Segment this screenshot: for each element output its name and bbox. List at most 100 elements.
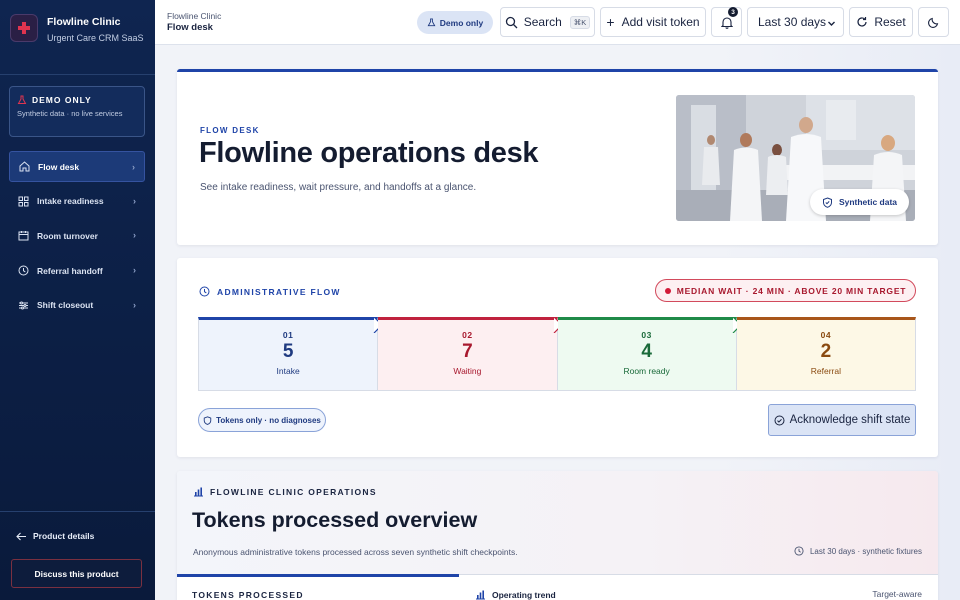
shield-check-icon	[822, 196, 832, 208]
stage-number: 03	[641, 330, 652, 340]
sidebar-item-label: Room turnover	[37, 230, 98, 241]
hero-eyebrow: FLOW DESK	[200, 126, 260, 135]
product-details-label: Product details	[33, 531, 95, 541]
add-visit-token-label: Add visit token	[621, 15, 700, 29]
clock-icon	[17, 265, 29, 277]
stage-label: Intake	[276, 366, 300, 376]
operating-trend-heading: Operating trend	[475, 589, 556, 600]
chevron-down-icon	[827, 17, 836, 31]
flask-icon	[17, 95, 27, 104]
chevron-right-icon: ›	[133, 195, 136, 206]
acknowledge-label: Acknowledge shift state	[789, 414, 911, 426]
chevron-right-icon: ›	[133, 230, 136, 241]
stage-intake[interactable]: 01 5 Intake	[198, 317, 384, 391]
target-aware-label: Target-aware	[872, 589, 922, 599]
tokens-processed-label: TOKENS PROCESSED	[192, 590, 304, 600]
brand-subtitle: Urgent Care CRM SaaS	[47, 33, 144, 43]
ops-range: Last 30 days · synthetic fixtures	[794, 546, 922, 556]
sidebar-item-label: Flow desk	[38, 161, 80, 172]
divider	[0, 74, 155, 75]
ops-title: Tokens processed overview	[192, 508, 478, 532]
flow-heading-label: ADMINISTRATIVE FLOW	[217, 286, 341, 297]
sliders-icon	[17, 299, 29, 311]
page-title: Flowline operations desk	[199, 137, 539, 169]
check-circle-icon	[774, 415, 785, 425]
synthetic-data-label: Synthetic data	[838, 197, 898, 207]
stage-number: 04	[820, 330, 832, 340]
moon-icon	[927, 17, 938, 28]
median-wait-alert: MEDIAN WAIT · 24 MIN · ABOVE 20 MIN TARG…	[655, 279, 916, 302]
stage-number: 01	[282, 330, 294, 340]
operations-overview-card: FLOWLINE CLINIC OPERATIONS Tokens proces…	[177, 471, 938, 600]
stage-label: Room ready	[623, 366, 670, 376]
median-wait-label: MEDIAN WAIT · 24 MIN · ABOVE 20 MIN TARG…	[676, 285, 907, 296]
demo-card-subtitle: Synthetic data · no live services	[17, 109, 123, 118]
reset-button[interactable]: Reset	[849, 7, 913, 37]
date-range-value: Last 30 days	[758, 15, 827, 29]
stage-referral[interactable]: 04 2 Referral	[736, 317, 916, 391]
operating-trend-label: Operating trend	[492, 589, 556, 600]
bell-icon	[720, 16, 733, 29]
breadcrumb-parent[interactable]: Flowline Clinic	[167, 11, 221, 21]
operating-trend-panel: Operating trend Target-aware	[459, 574, 938, 600]
sidebar-nav: Flow desk › Intake readiness › Room turn…	[9, 151, 145, 324]
plus-icon: +	[606, 14, 615, 30]
stage-room-ready[interactable]: 03 4 Room ready	[557, 317, 742, 391]
flow-heading: ADMINISTRATIVE FLOW	[199, 286, 341, 297]
bar-chart-icon	[476, 590, 485, 600]
search-icon	[505, 16, 518, 28]
stage-count: 7	[462, 341, 473, 362]
home-icon	[18, 161, 30, 173]
arrow-left-icon	[16, 532, 26, 540]
sidebar-item-label: Shift closeout	[37, 300, 94, 311]
notifications-button[interactable]: 3	[711, 7, 742, 37]
breadcrumb-current: Flow desk	[167, 22, 213, 33]
date-range-select[interactable]: Last 30 days	[747, 7, 844, 37]
sidebar-item-intake-readiness[interactable]: Intake readiness ›	[9, 186, 145, 217]
tokens-processed-panel: TOKENS PROCESSED	[177, 574, 459, 600]
ops-range-label: Last 30 days · synthetic fixtures	[809, 546, 922, 556]
demo-only-card: DEMO ONLY Synthetic data · no live servi…	[9, 86, 145, 137]
chevron-right-icon: ›	[133, 265, 136, 276]
refresh-icon	[857, 17, 867, 27]
sidebar-item-label: Intake readiness	[37, 196, 104, 207]
stage-waiting[interactable]: 02 7 Waiting	[378, 317, 563, 391]
notification-count-badge: 3	[728, 7, 738, 17]
calendar-icon	[17, 230, 29, 242]
chevron-right-icon: ›	[132, 162, 135, 172]
sidebar-item-shift-closeout[interactable]: Shift closeout ›	[9, 290, 145, 321]
synthetic-data-badge: Synthetic data	[810, 189, 909, 215]
sidebar-item-flow-desk[interactable]: Flow desk ›	[9, 151, 145, 182]
alert-dot-icon	[664, 287, 671, 294]
search-label: Search	[523, 15, 562, 29]
demo-only-label: Demo only	[439, 17, 484, 28]
sidebar-item-referral-handoff[interactable]: Referral handoff ›	[9, 255, 145, 286]
add-visit-token-button[interactable]: + Add visit token	[600, 7, 706, 37]
clock-icon	[794, 546, 804, 556]
shield-icon	[203, 415, 212, 425]
main-content: FLOW DESK Flowline operations desk See i…	[155, 45, 960, 600]
brand[interactable]: Flowline Clinic Urgent Care CRM SaaS	[10, 14, 150, 45]
theme-toggle-button[interactable]	[918, 7, 949, 37]
search-button[interactable]: Search ⌘K	[500, 7, 595, 37]
sidebar-item-label: Referral handoff	[37, 265, 103, 276]
ops-eyebrow-label: FLOWLINE CLINIC OPERATIONS	[210, 486, 377, 497]
stage-count: 5	[282, 341, 294, 362]
discuss-product-button[interactable]: Discuss this product	[11, 559, 142, 588]
stage-label: Waiting	[453, 366, 482, 376]
flow-stages: 01 5 Intake 02 7 Waiting 03 4 Room ready…	[198, 317, 916, 391]
tokens-only-badge: Tokens only · no diagnoses	[198, 408, 326, 432]
sidebar-item-room-turnover[interactable]: Room turnover ›	[9, 220, 145, 251]
hero-card: FLOW DESK Flowline operations desk See i…	[177, 69, 938, 245]
chevron-right-icon: ›	[133, 299, 136, 310]
stage-count: 4	[641, 341, 652, 362]
demo-only-badge: Demo only	[417, 11, 493, 34]
topbar: Flowline Clinic Flow desk Demo only Sear…	[155, 0, 960, 45]
acknowledge-shift-button[interactable]: Acknowledge shift state	[768, 404, 916, 436]
stage-number: 02	[462, 330, 473, 340]
reset-label: Reset	[874, 15, 906, 29]
grid-icon	[17, 195, 29, 207]
product-details-link[interactable]: Product details	[16, 531, 94, 541]
stage-count: 2	[820, 341, 832, 362]
tokens-only-label: Tokens only · no diagnoses	[216, 415, 321, 425]
